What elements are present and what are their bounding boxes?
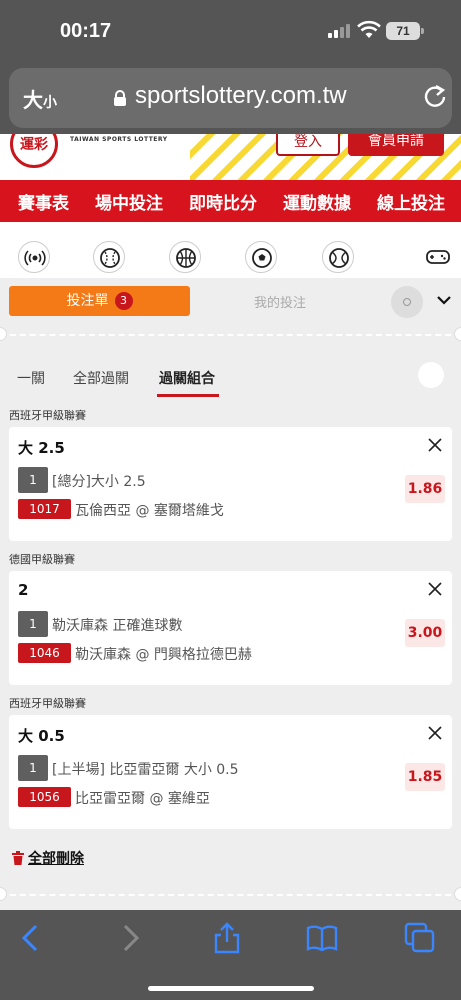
live-broadcast-icon[interactable]	[18, 241, 50, 273]
url-text: sportslottery.com.tw	[135, 82, 347, 109]
status-bar: 00:17 71	[0, 0, 461, 62]
wifi-icon	[357, 20, 381, 38]
match-teams: 比亞雷亞爾 @ 塞維亞	[75, 791, 210, 807]
league-name: 德國甲級聯賽	[9, 553, 75, 566]
divider-notch	[0, 327, 7, 341]
main-nav: 賽事表 場中投注 即時比分 運動數據 線上投注	[0, 180, 461, 222]
back-icon[interactable]	[16, 922, 48, 954]
share-icon[interactable]	[211, 922, 243, 954]
divider-notch	[0, 887, 7, 901]
divider-notch	[454, 887, 461, 901]
leg-number: 1	[18, 611, 48, 637]
odds-value: 1.86	[405, 475, 445, 503]
tab-bet-slip[interactable]: 投注單 3	[9, 286, 190, 316]
baseball-icon[interactable]	[93, 241, 125, 273]
basketball-icon[interactable]	[169, 241, 201, 273]
nav-item-live-betting[interactable]: 場中投注	[77, 189, 171, 214]
bet-count-badge: 3	[114, 292, 133, 310]
logo-subtitle: TAIWAN SPORTS LOTTERY	[70, 136, 168, 143]
battery-icon: 71	[386, 22, 424, 40]
divider	[0, 334, 461, 336]
address-bar[interactable]: 大小 sportslottery.com.tw	[9, 68, 452, 128]
leg-number: 1	[18, 755, 48, 781]
nav-item-schedule[interactable]: 賽事表	[0, 189, 77, 214]
settings-toggle-button[interactable]	[391, 286, 423, 318]
bet-card: 2 1 勒沃庫森 正確進球數 1046 勒沃庫森 @ 門興格拉德巴赫 3.00	[9, 571, 452, 685]
match-teams: 勒沃庫森 @ 門興格拉德巴赫	[75, 647, 252, 663]
lock-icon	[114, 90, 126, 106]
text-size-button[interactable]: 大小	[23, 84, 57, 113]
nav-item-sports-data[interactable]: 運動數據	[265, 189, 359, 214]
status-time: 00:17	[60, 20, 112, 42]
trash-icon	[12, 851, 24, 865]
odds-value: 1.85	[405, 763, 445, 791]
esports-controller-icon[interactable]	[421, 241, 453, 273]
tab-my-bets[interactable]: 我的投注	[254, 292, 306, 311]
nav-item-live-scores[interactable]: 即時比分	[171, 189, 265, 214]
login-button[interactable]: 登入	[276, 134, 340, 156]
sports-lottery-logo[interactable]: 運彩	[10, 134, 58, 168]
site-header: 運彩 TAIWAN SPORTS LOTTERY 登入 會員申請	[0, 134, 461, 180]
divider-notch	[454, 327, 461, 341]
bet-card: 大 0.5 1 [上半場] 比亞雷亞爾 大小 0.5 1056 比亞雷亞爾 @ …	[9, 715, 452, 829]
cellular-signal-icon	[328, 24, 352, 38]
match-teams: 瓦倫西亞 @ 塞爾塔維戈	[75, 503, 224, 519]
bookmarks-icon[interactable]	[306, 922, 338, 954]
soccer-icon[interactable]	[245, 241, 277, 273]
tab-parlay-combination[interactable]: 過關組合	[159, 368, 215, 388]
close-icon[interactable]	[427, 581, 443, 597]
active-tab-indicator	[157, 394, 219, 397]
forward-icon[interactable]	[113, 922, 145, 954]
nav-item-online-betting[interactable]: 線上投注	[359, 189, 453, 214]
bet-slip-panel: 投注單 3 我的投注 一關 全部過關 過關組合 西班牙甲級聯賽 大 2.5 1 […	[0, 278, 461, 910]
reload-icon[interactable]	[422, 83, 448, 109]
info-circle-button[interactable]	[418, 362, 444, 388]
sport-filter-bar	[0, 222, 461, 278]
tabs-icon[interactable]	[404, 922, 436, 954]
close-icon[interactable]	[427, 725, 443, 741]
bet-selection: 2	[18, 581, 29, 599]
bet-description: 勒沃庫森 正確進球數	[52, 618, 183, 634]
tab-single[interactable]: 一關	[17, 368, 45, 388]
match-code: 1056	[18, 787, 71, 807]
league-name: 西班牙甲級聯賽	[9, 409, 86, 422]
home-indicator	[148, 986, 314, 991]
chevron-down-icon[interactable]	[436, 292, 452, 308]
bet-selection: 大 2.5	[18, 439, 65, 457]
match-code: 1017	[18, 499, 71, 519]
browser-address-area: 大小 sportslottery.com.tw	[0, 62, 461, 134]
bet-selection: 大 0.5	[18, 727, 65, 745]
bet-description: [總分]大小 2.5	[52, 474, 146, 490]
bet-card: 大 2.5 1 [總分]大小 2.5 1017 瓦倫西亞 @ 塞爾塔維戈 1.8…	[9, 427, 452, 541]
match-code: 1046	[18, 643, 71, 663]
odds-value: 3.00	[405, 619, 445, 647]
browser-toolbar	[0, 910, 461, 1000]
divider	[0, 894, 461, 896]
leg-number: 1	[18, 467, 48, 493]
bet-description: [上半場] 比亞雷亞爾 大小 0.5	[52, 762, 239, 778]
close-icon[interactable]	[427, 437, 443, 453]
bet-type-tabs: 一關 全部過關 過關組合	[0, 362, 461, 398]
league-name: 西班牙甲級聯賽	[9, 697, 86, 710]
join-member-button[interactable]: 會員申請	[348, 134, 444, 156]
tennis-icon[interactable]	[322, 241, 354, 273]
delete-all-button[interactable]: 全部刪除	[12, 848, 84, 868]
tab-all-parlay[interactable]: 全部過關	[73, 368, 129, 388]
